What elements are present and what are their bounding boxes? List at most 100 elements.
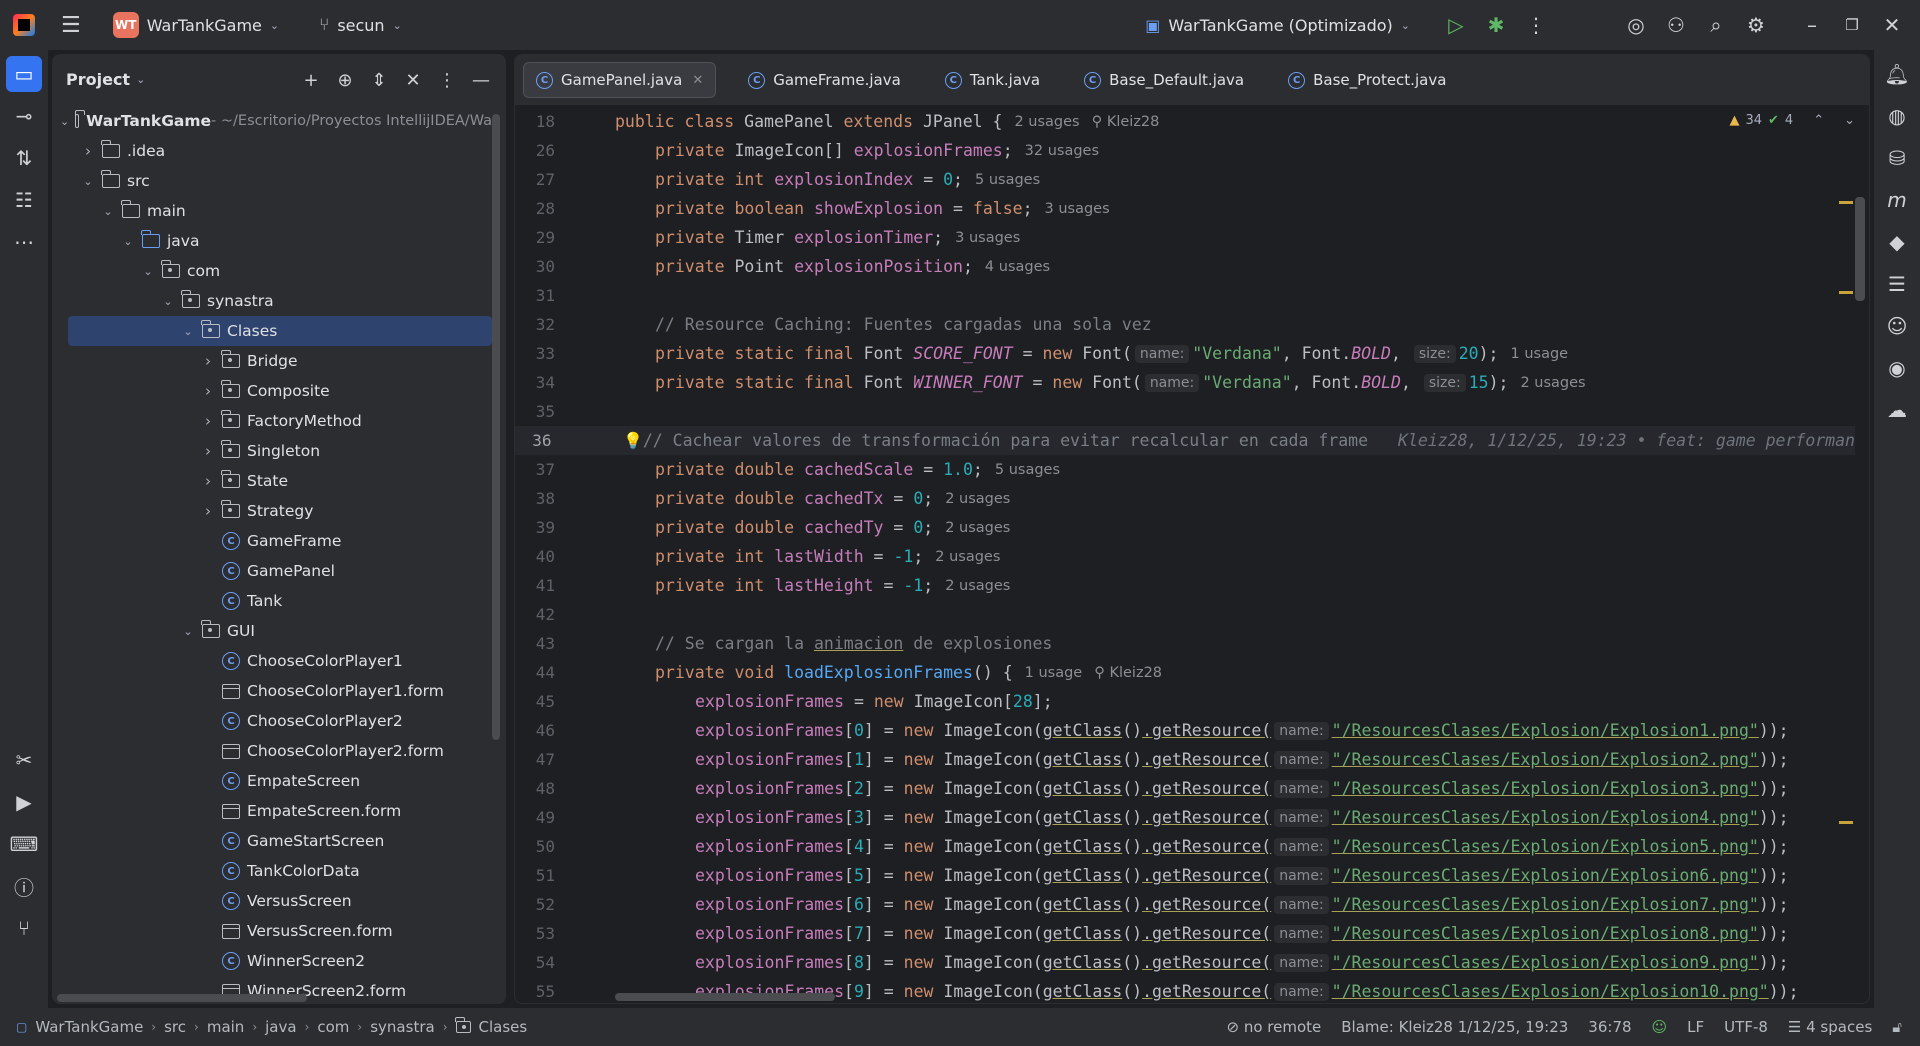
structure-icon[interactable]: ☷ [6,182,42,218]
tree-item[interactable]: EmpateScreen.form [52,796,492,826]
chevron-down-icon[interactable]: ⌄ [60,115,69,128]
chevron-down-icon[interactable]: ⌄ [140,265,156,278]
usages-hint[interactable]: 3 usages [955,230,1020,246]
commit-icon[interactable]: ⊸ [6,98,42,134]
copilot-status-icon[interactable]: ☺ [1652,1018,1668,1036]
breadcrumb-item[interactable]: src [164,1018,186,1036]
project-folder-icon[interactable]: ▭ [6,56,42,92]
tree-item[interactable]: ⌄ GUI [52,616,492,646]
lightbulb-icon[interactable]: 💡 [623,431,643,450]
project-horizontal-scrollbar[interactable] [57,994,307,1002]
plugin-icon[interactable]: ◆ [1879,224,1915,260]
usages-hint[interactable]: 2 usages [1014,114,1079,130]
usages-hint[interactable]: 2 usages [1520,375,1585,391]
tree-item[interactable]: C Tank [52,586,492,616]
breadcrumb-item[interactable]: WarTankGame [35,1018,143,1036]
more-actions-icon[interactable]: ⋮ [1516,5,1556,45]
git-remote-status[interactable]: ⊘ no remote [1227,1018,1322,1036]
chevron-down-icon[interactable]: ⌄ [160,295,176,308]
chevron-down-icon[interactable]: ⌄ [100,205,116,218]
tree-item[interactable]: C ChooseColorPlayer1 [52,646,492,676]
breadcrumb-item[interactable]: java [265,1018,296,1036]
usages-hint[interactable]: 1 usage [1511,346,1569,362]
chevron-right-icon[interactable]: › [200,442,216,460]
tree-item[interactable]: ⌄ synastra [52,286,492,316]
inline-blame[interactable]: Kleiz28, 1/12/25, 19:23 • feat: game per… [1398,431,1855,450]
search-icon[interactable]: ⌕ [1696,5,1736,45]
usages-hint[interactable]: 5 usages [975,172,1040,188]
read-only-lock-icon[interactable]: 🔓︎ [1892,1018,1902,1036]
run-config-selector[interactable]: ▣ WarTankGame (Optimizado) ⌄ [1135,7,1420,43]
options-icon[interactable]: ⋮ [430,60,464,100]
expand-all-icon[interactable]: ⇕ [362,60,396,100]
breadcrumb-item[interactable]: main [207,1018,244,1036]
tree-item[interactable]: ⌄ WarTankGame - ~/Escritorio/Proyectos In… [52,106,492,136]
tree-item[interactable]: › Bridge [52,346,492,376]
terminal-icon[interactable]: ⌨ [6,826,42,862]
chevron-right-icon[interactable]: › [200,472,216,490]
close-tab-icon[interactable]: ✕ [692,73,703,88]
tree-item[interactable]: ChooseColorPlayer1.form [52,676,492,706]
tree-item[interactable]: C GameStartScreen [52,826,492,856]
more-tools-icon[interactable]: ⋯ [6,224,42,260]
ai-chat-icon[interactable]: ◍ [1879,98,1915,134]
tree-item[interactable]: ⌄ Clases [68,316,492,346]
tree-item[interactable]: C VersusScreen [52,886,492,916]
tree-item[interactable]: › Composite [52,376,492,406]
code-area[interactable]: 18 public class GamePanel extends JPanel… [515,107,1855,1003]
tree-item[interactable]: › State [52,466,492,496]
tree-item[interactable]: C ChooseColorPlayer2 [52,706,492,736]
usages-hint[interactable]: 32 usages [1025,143,1099,159]
breadcrumb-item[interactable]: Clases [479,1018,528,1036]
chevron-right-icon[interactable]: › [200,412,216,430]
inspection-widget[interactable]: ▲ 34 ✔ 4 ⌃ ⌄ [1729,113,1855,128]
tree-item[interactable]: ChooseColorPlayer2.form [52,736,492,766]
debug-icon[interactable]: ✱ [1476,5,1516,45]
editor-horizontal-scrollbar[interactable] [615,993,835,1001]
file-encoding[interactable]: UTF-8 [1724,1018,1768,1036]
indent-setting[interactable]: ☰ 4 spaces [1788,1018,1872,1036]
caret-position[interactable]: 36:78 [1588,1018,1631,1036]
chevron-down-icon[interactable]: ⌄ [180,325,196,338]
usages-hint[interactable]: 1 usage [1025,665,1083,681]
tree-item[interactable]: C WinnerScreen2 [52,946,492,976]
chevron-right-icon[interactable]: › [200,352,216,370]
database-icon[interactable]: ⛁ [1879,140,1915,176]
blame-status[interactable]: Blame: Kleiz28 1/12/25, 19:23 [1341,1018,1568,1036]
usages-hint[interactable]: 4 usages [985,259,1050,275]
learn-icon[interactable]: ◉ [1879,350,1915,386]
author-hint[interactable]: ⚲ Kleiz28 [1094,665,1162,681]
tree-item[interactable]: ⌄ main [52,196,492,226]
hide-panel-icon[interactable]: — [464,60,498,100]
usages-hint[interactable]: 5 usages [995,462,1060,478]
project-panel-title[interactable]: Project [66,70,130,89]
tab-base-default[interactable]: C Base_Default.java [1072,62,1256,98]
tree-item[interactable]: ⌄ com [52,256,492,286]
tree-item[interactable]: › Strategy [52,496,492,526]
tree-item[interactable]: VersusScreen.form [52,916,492,946]
branch-switcher[interactable]: ⑂ secun ⌄ [309,7,412,43]
warning-marker[interactable] [1839,821,1853,824]
pull-requests-icon[interactable]: ⇅ [6,140,42,176]
tree-item[interactable]: ⌄ java [52,226,492,256]
main-menu-icon[interactable]: ☰ [61,13,81,38]
usages-hint[interactable]: 2 usages [945,520,1010,536]
chevron-right-icon[interactable]: › [200,382,216,400]
tab-base-protect[interactable]: C Base_Protect.java [1276,62,1458,98]
chevron-right-icon[interactable]: › [80,142,96,160]
ai-assistant-icon[interactable]: ◎ [1616,5,1656,45]
add-user-icon[interactable]: ⚇ [1656,5,1696,45]
tree-item[interactable]: C GameFrame [52,526,492,556]
breadcrumb-item[interactable]: com [317,1018,349,1036]
tree-item[interactable]: › FactoryMethod [52,406,492,436]
chevron-down-icon[interactable]: ⌄ [180,625,196,638]
tree-item[interactable]: ⌄ src [52,166,492,196]
chevron-down-icon[interactable]: ⌄ [120,235,136,248]
project-switcher[interactable]: WT WarTankGame ⌄ [103,7,289,43]
project-vertical-scrollbar[interactable] [492,114,500,740]
add-icon[interactable]: + [294,60,328,100]
tree-item[interactable]: › .idea [52,136,492,166]
change-marker[interactable] [1839,201,1853,204]
run-services-icon[interactable]: ▶ [6,784,42,820]
tree-item[interactable]: C TankColorData [52,856,492,886]
